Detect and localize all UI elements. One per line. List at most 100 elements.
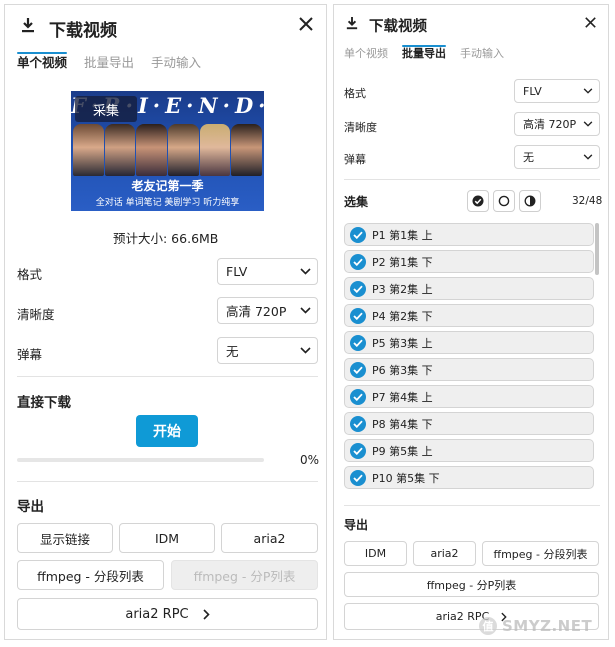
chevron-down-icon (300, 268, 311, 275)
episode-list-scrollbar[interactable] (595, 223, 599, 275)
aria2-rpc-label: aria2 RPC (125, 606, 189, 622)
checkbox-checked-icon[interactable] (350, 415, 366, 432)
episode-label: P2 第1集 下 (372, 255, 433, 269)
chevron-down-icon (300, 347, 311, 354)
empty-circle-icon (498, 195, 510, 207)
episode-item[interactable]: P5 第3集 上 (344, 331, 594, 354)
select-all-button[interactable] (467, 190, 489, 212)
checkbox-checked-icon[interactable] (350, 334, 366, 351)
checkbox-checked-icon[interactable] (350, 361, 366, 378)
quality-select[interactable]: 高清 720P (514, 112, 600, 136)
download-progress-bar (17, 458, 264, 462)
cover-title: 老友记第一季 (131, 179, 204, 193)
episode-item[interactable]: P1 第1集 上 (344, 223, 594, 246)
checkbox-checked-icon[interactable] (350, 280, 366, 297)
ffmpeg-segment-list-button[interactable]: ffmpeg - 分段列表 (17, 560, 164, 590)
episode-item[interactable]: P7 第4集 上 (344, 385, 594, 408)
danmaku-select[interactable]: 无 (514, 145, 600, 169)
mode-tabs: 单个视频 批量导出 手动输入 (344, 45, 504, 61)
panel-header: 下载视频 (5, 5, 326, 47)
video-cover: F·R·I·E·N·D·S 老友记第一季 全对话 单词笔记 美剧学习 听力纯享 … (71, 91, 264, 211)
aria2-button[interactable]: aria2 (413, 541, 476, 566)
episode-item[interactable]: P8 第4集 下 (344, 412, 594, 435)
idm-button[interactable]: IDM (344, 541, 407, 566)
chevron-down-icon (583, 88, 593, 94)
chevron-down-icon (583, 154, 593, 160)
episode-label: P3 第2集 上 (372, 282, 433, 296)
tab-single-video[interactable]: 单个视频 (344, 45, 388, 61)
episode-label: P6 第3集 下 (372, 363, 433, 377)
idm-button[interactable]: IDM (119, 523, 215, 553)
watermark-logo-icon: 值 (479, 617, 497, 635)
watermark: 值 SMYZ.NET (478, 616, 592, 636)
checkbox-checked-icon[interactable] (350, 469, 366, 486)
episode-label: P10 第5集 下 (372, 471, 440, 485)
quality-value: 高清 720P (523, 118, 577, 131)
divider (344, 505, 600, 506)
danmaku-label: 弹幕 (17, 347, 43, 362)
episode-label: P7 第4集 上 (372, 390, 433, 404)
tab-single-video[interactable]: 单个视频 (17, 52, 68, 71)
episode-item[interactable]: P6 第3集 下 (344, 358, 594, 381)
danmaku-select[interactable]: 无 (217, 337, 318, 364)
chevron-down-icon (583, 121, 593, 127)
panel-title: 下载视频 (49, 21, 117, 41)
format-label: 格式 (17, 267, 43, 282)
episode-item[interactable]: P4 第2集 下 (344, 304, 594, 327)
tab-batch-export[interactable]: 批量导出 (84, 52, 134, 71)
svg-text:值: 值 (483, 619, 494, 633)
chevron-right-icon (203, 608, 210, 620)
ffmpeg-segment-list-button[interactable]: ffmpeg - 分段列表 (482, 541, 599, 566)
show-link-button[interactable]: 显示链接 (17, 523, 113, 553)
ffmpeg-part-list-button[interactable]: ffmpeg - 分P列表 (171, 560, 318, 590)
watermark-text: SMYZ.NET (502, 617, 593, 635)
episode-list: P1 第1集 上 P2 第1集 下 P3 第2集 上 P4 第2集 下 P5 第3集 上… (344, 223, 596, 493)
aria2-button[interactable]: aria2 (221, 523, 318, 553)
tab-manual-input[interactable]: 手动输入 (460, 45, 504, 61)
capture-button[interactable]: 采集 (75, 96, 137, 122)
checkbox-checked-icon[interactable] (350, 388, 366, 405)
quality-label: 清晰度 (344, 121, 377, 134)
mode-tabs: 单个视频 批量导出 手动输入 (17, 52, 201, 71)
checkbox-checked-icon[interactable] (350, 307, 366, 324)
deselect-all-button[interactable] (493, 190, 515, 212)
panel-title: 下载视频 (369, 19, 427, 35)
checkbox-checked-icon[interactable] (350, 226, 366, 243)
quality-select[interactable]: 高清 720P (217, 297, 318, 324)
batch-export-panel: 下载视频 单个视频 批量导出 手动输入 格式 FLV 清晰度 高清 720P 弹… (333, 4, 609, 640)
checkbox-checked-icon[interactable] (350, 442, 366, 459)
episode-item[interactable]: P10 第5集 下 (344, 466, 594, 489)
checkbox-checked-icon[interactable] (350, 253, 366, 270)
quality-label: 清晰度 (17, 307, 55, 322)
ffmpeg-part-list-button[interactable]: ffmpeg - 分P列表 (344, 572, 599, 597)
chevron-down-icon (300, 307, 311, 314)
aria2-rpc-button[interactable]: aria2 RPC (17, 598, 318, 630)
estimated-size: 预计大小: 66.6MB (113, 231, 219, 246)
danmaku-label: 弹幕 (344, 153, 366, 166)
episode-select-title: 选集 (344, 195, 369, 209)
episode-item[interactable]: P2 第1集 下 (344, 250, 594, 273)
episode-item[interactable]: P9 第5集 上 (344, 439, 594, 462)
format-select[interactable]: FLV (217, 258, 318, 285)
format-value: FLV (523, 84, 542, 98)
close-icon[interactable] (585, 17, 596, 28)
selected-count: 32/48 (572, 195, 603, 207)
episode-label: P9 第5集 上 (372, 444, 433, 458)
danmaku-value: 无 (226, 344, 239, 359)
format-label: 格式 (344, 87, 366, 100)
close-icon[interactable] (299, 17, 313, 31)
episode-item[interactable]: P3 第2集 上 (344, 277, 594, 300)
export-title: 导出 (344, 518, 369, 532)
check-circle-icon (472, 195, 484, 207)
format-select[interactable]: FLV (514, 79, 600, 103)
episode-label: P5 第3集 上 (372, 336, 433, 350)
start-button[interactable]: 开始 (136, 415, 198, 447)
half-circle-icon (524, 195, 536, 207)
format-value: FLV (226, 264, 248, 279)
tab-manual-input[interactable]: 手动输入 (151, 52, 201, 71)
episode-label: P4 第2集 下 (372, 309, 433, 323)
divider (17, 481, 318, 482)
panel-header: 下载视频 (334, 5, 608, 47)
tab-batch-export[interactable]: 批量导出 (402, 45, 446, 61)
invert-selection-button[interactable] (519, 190, 541, 212)
